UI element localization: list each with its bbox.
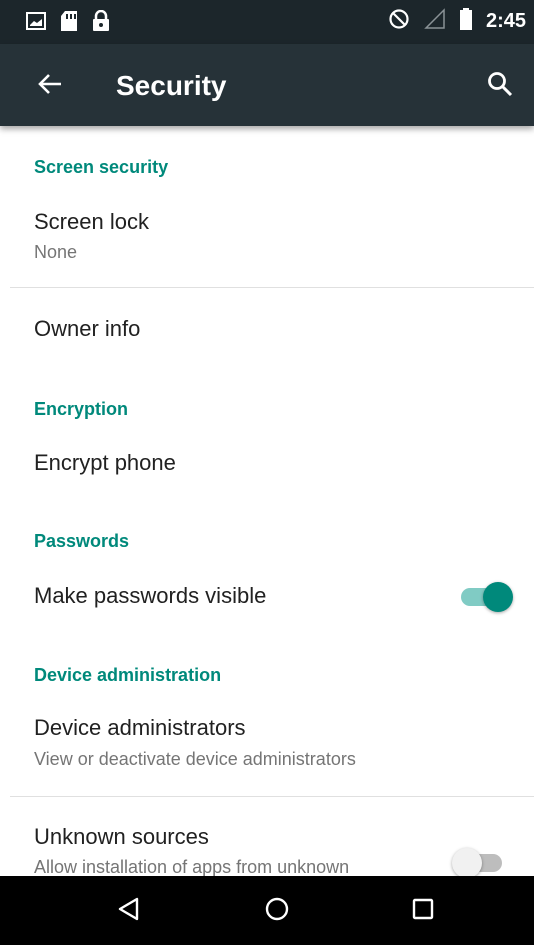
section-header-encryption: Encryption xyxy=(34,399,129,419)
toggle-thumb xyxy=(483,582,513,612)
unknown-sources-summary: Allow installation of apps from unknown xyxy=(34,857,350,876)
status-time: 2:45 xyxy=(485,10,526,32)
list-item-unknown-sources[interactable]: Unknown sources Allow installation of ap… xyxy=(0,797,534,876)
screen-lock-title: Screen lock xyxy=(34,209,149,234)
list-item-make-passwords-visible[interactable]: Make passwords visible xyxy=(0,566,534,630)
section-header-screen-security: Screen security xyxy=(34,157,169,177)
settings-list[interactable]: Screen security Screen lock None Owner i… xyxy=(0,126,534,876)
list-item-owner-info[interactable]: Owner info xyxy=(0,288,534,368)
make-passwords-visible-title: Make passwords visible xyxy=(34,583,267,608)
section-header-device-administration: Device administration xyxy=(34,665,222,685)
back-button[interactable] xyxy=(30,66,70,106)
home-circle-icon xyxy=(264,896,290,927)
device-administrators-summary: View or deactivate device administrators xyxy=(34,749,356,769)
status-bar: 2:45 xyxy=(0,0,534,44)
nav-home-button[interactable] xyxy=(254,888,300,934)
battery-icon xyxy=(459,8,472,35)
section-header-passwords: Passwords xyxy=(34,531,130,551)
app-bar: Security xyxy=(0,44,534,126)
make-passwords-visible-toggle[interactable] xyxy=(461,578,513,614)
unknown-sources-title: Unknown sources xyxy=(34,824,209,849)
back-triangle-icon xyxy=(116,896,142,927)
navigation-bar xyxy=(0,876,534,945)
unknown-sources-toggle[interactable] xyxy=(452,844,508,876)
arrow-back-icon xyxy=(37,71,63,102)
list-item-device-administrators[interactable]: Device administrators View or deactivate… xyxy=(0,700,534,796)
lock-icon xyxy=(92,9,110,37)
search-icon xyxy=(487,71,513,102)
list-item-screen-lock[interactable]: Screen lock None xyxy=(0,198,534,286)
encrypt-phone-title: Encrypt phone xyxy=(34,450,176,475)
screen-lock-summary: None xyxy=(34,242,78,262)
search-button[interactable] xyxy=(480,66,520,106)
image-icon xyxy=(26,11,46,36)
nav-back-button[interactable] xyxy=(106,888,152,934)
page-title: Security xyxy=(116,70,227,101)
do-not-disturb-icon xyxy=(388,8,410,35)
sd-card-icon xyxy=(60,10,78,37)
owner-info-title: Owner info xyxy=(34,316,141,341)
nav-recents-button[interactable] xyxy=(400,888,446,934)
device-administrators-title: Device administrators xyxy=(34,715,246,740)
list-item-encrypt-phone[interactable]: Encrypt phone xyxy=(0,432,534,494)
recents-square-icon xyxy=(411,897,435,926)
toggle-thumb xyxy=(452,848,482,876)
signal-icon xyxy=(424,8,446,35)
